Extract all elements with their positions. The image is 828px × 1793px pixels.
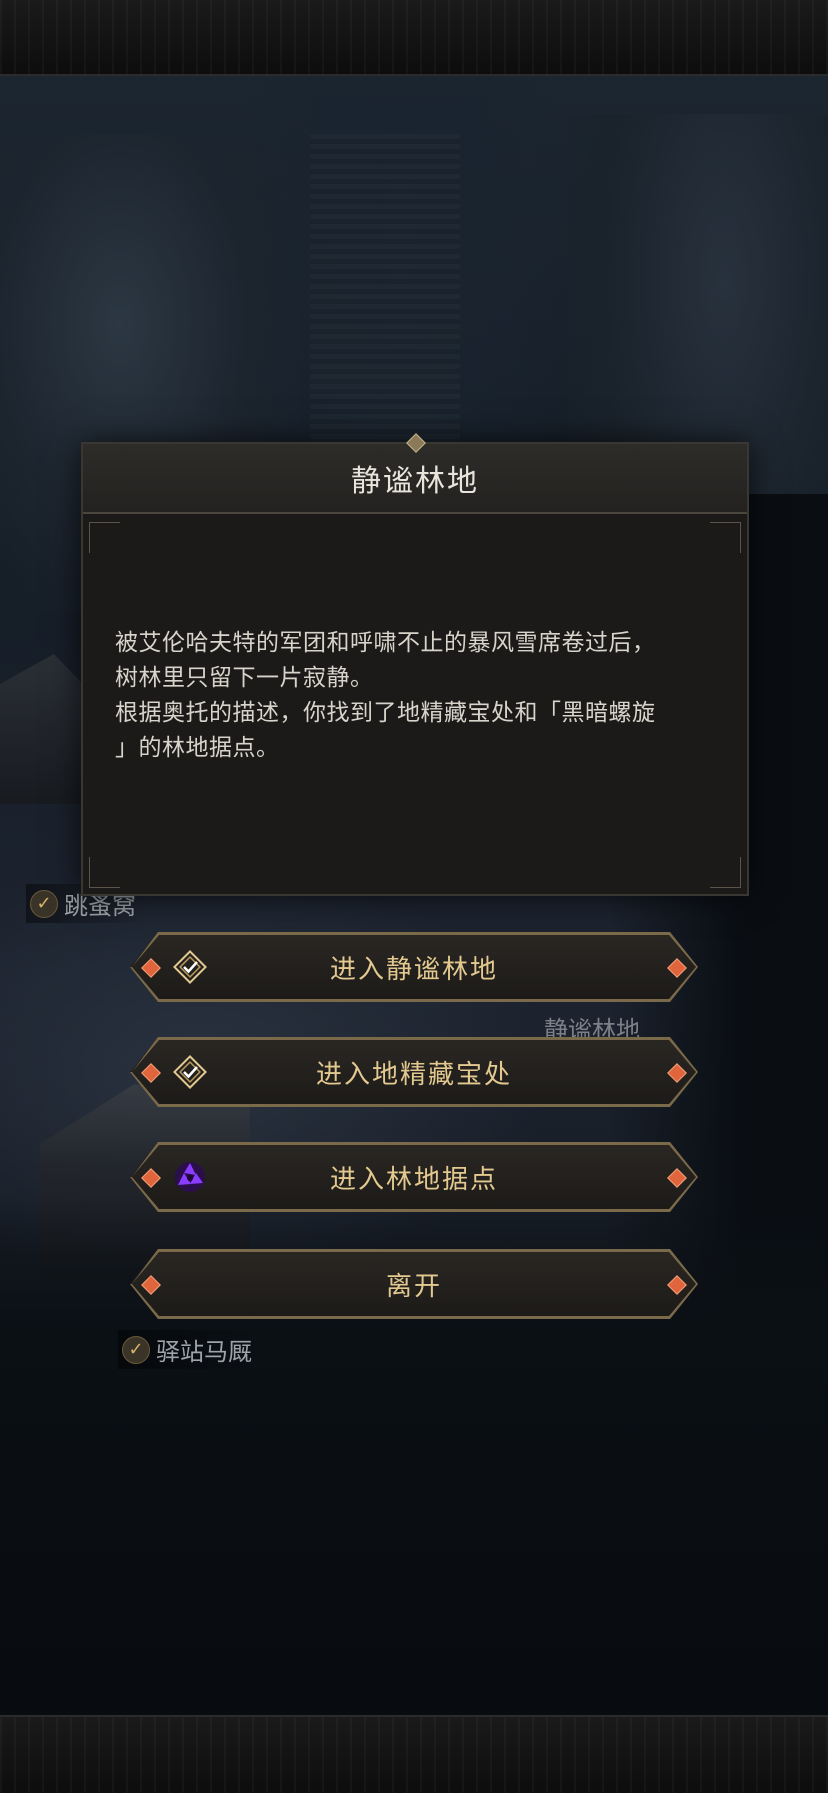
dark-spiral-icon (170, 1157, 210, 1197)
check-icon: ✓ (30, 889, 58, 918)
button-label: 进入静谧林地 (329, 954, 498, 985)
map-location-stable[interactable]: ✓ 驿站马厩 (118, 1330, 262, 1369)
description-line: 被艾伦哈夫特的军团和呼啸不止的暴风雪席卷过后， (115, 630, 656, 656)
top-frame (0, 0, 828, 76)
left-building (0, 654, 90, 804)
corner-ornament-icon (710, 522, 741, 553)
corner-ornament-icon (710, 857, 741, 888)
map-location-label: 驿站马厩 (156, 1338, 252, 1366)
stone-stairs (310, 134, 460, 494)
location-dialog: 静谧林地 被艾伦哈夫特的军团和呼啸不止的暴风雪席卷过后， 树林里只留下一片寂静。… (81, 433, 749, 896)
button-label: 离开 (385, 1271, 442, 1302)
enter-woodland-stronghold-button[interactable]: 进入林地据点 (130, 1142, 698, 1212)
description-line: 根据奥托的描述，你找到了地精藏宝处和「黑暗螺旋 (115, 700, 656, 726)
enter-goblin-treasure-button[interactable]: 进入地精藏宝处 (130, 1037, 698, 1107)
dialog-title: 静谧林地 (351, 464, 479, 499)
corner-ornament-icon (89, 857, 120, 888)
description-line: 树林里只留下一片寂静。 (115, 665, 374, 691)
leave-button[interactable]: 离开 (130, 1249, 698, 1319)
dialog-header: 静谧林地 (83, 433, 747, 514)
dialog-description: 被艾伦哈夫特的军团和呼啸不止的暴风雪席卷过后， 树林里只留下一片寂静。 根据奥托… (115, 626, 715, 766)
button-label: 进入林地据点 (329, 1164, 498, 1195)
dialog-body: 被艾伦哈夫特的军团和呼啸不止的暴风雪席卷过后， 树林里只留下一片寂静。 根据奥托… (83, 514, 747, 894)
button-label: 进入地精藏宝处 (315, 1059, 512, 1090)
corner-ornament-icon (89, 522, 120, 553)
enter-quiet-woods-button[interactable]: 进入静谧林地 (130, 932, 698, 1002)
bottom-frame (0, 1715, 828, 1793)
check-icon: ✓ (122, 1335, 150, 1364)
description-line: 」的林地据点。 (115, 735, 280, 761)
check-diamond-icon (170, 1052, 210, 1092)
check-diamond-icon (170, 947, 210, 987)
